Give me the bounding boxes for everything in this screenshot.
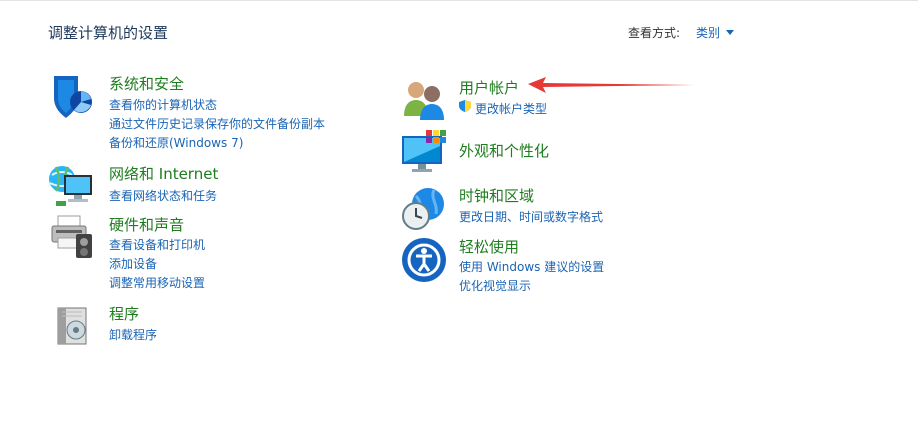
link-network-status[interactable]: 查看网络状态和任务 <box>109 187 217 204</box>
chevron-down-icon <box>726 30 735 35</box>
category-title[interactable]: 硬件和声音 <box>109 214 184 235</box>
uac-shield-icon <box>459 100 471 112</box>
category-title[interactable]: 外观和个性化 <box>459 140 549 161</box>
category-title[interactable]: 轻松使用 <box>459 236 519 257</box>
link-uninstall-program[interactable]: 卸载程序 <box>109 326 157 343</box>
category-title[interactable]: 系统和安全 <box>109 73 184 94</box>
top-divider <box>0 0 918 1</box>
category-title[interactable]: 程序 <box>109 303 139 324</box>
clock-globe-icon <box>402 188 444 230</box>
link-view-computer-status[interactable]: 查看你的计算机状态 <box>109 96 217 113</box>
monitor-icon <box>402 130 446 172</box>
view-by-value: 类别 <box>696 26 721 40</box>
link-file-history-backup[interactable]: 通过文件历史记录保存你的文件备份副本 <box>109 115 325 132</box>
annotation-arrow-icon <box>528 77 694 93</box>
link-change-account-type[interactable]: 更改帐户类型 <box>475 100 547 117</box>
category-title[interactable]: 网络和 Internet <box>109 163 218 184</box>
link-date-time-format[interactable]: 更改日期、时间或数字格式 <box>459 208 603 225</box>
link-add-device[interactable]: 添加设备 <box>109 255 157 272</box>
link-windows-recommended-settings[interactable]: 使用 Windows 建议的设置 <box>459 258 604 275</box>
category-clock-region: 时钟和区域 更改日期、时间或数字格式 <box>400 184 700 234</box>
category-ease-of-access: 轻松使用 使用 Windows 建议的设置 优化视觉显示 <box>400 236 700 294</box>
view-by-dropdown[interactable]: 类别 <box>696 24 735 41</box>
link-mobility-settings[interactable]: 调整常用移动设置 <box>109 274 205 291</box>
category-programs: 程序 卸载程序 <box>48 302 378 352</box>
shield-icon <box>54 76 92 118</box>
page-title: 调整计算机的设置 <box>48 24 169 42</box>
ease-of-access-icon <box>402 238 446 282</box>
users-icon <box>404 82 444 120</box>
view-by-label: 查看方式: <box>628 26 681 40</box>
category-appearance: 外观和个性化 <box>400 128 700 178</box>
link-devices-printers[interactable]: 查看设备和打印机 <box>109 236 205 253</box>
category-network-internet: 网络和 Internet 查看网络状态和任务 <box>48 161 378 211</box>
category-title[interactable]: 时钟和区域 <box>459 185 534 206</box>
category-title[interactable]: 用户帐户 <box>459 77 519 98</box>
link-optimize-visual-display[interactable]: 优化视觉显示 <box>459 277 531 294</box>
programs-icon <box>57 307 87 345</box>
network-icon <box>49 166 92 206</box>
category-system-security: 系统和安全 查看你的计算机状态 通过文件历史记录保存你的文件备份副本 备份和还原… <box>48 72 378 152</box>
printer-icon <box>51 215 92 258</box>
link-backup-restore[interactable]: 备份和还原(Windows 7) <box>109 134 243 151</box>
category-hardware-sound: 硬件和声音 查看设备和打印机 添加设备 调整常用移动设置 <box>48 212 378 292</box>
